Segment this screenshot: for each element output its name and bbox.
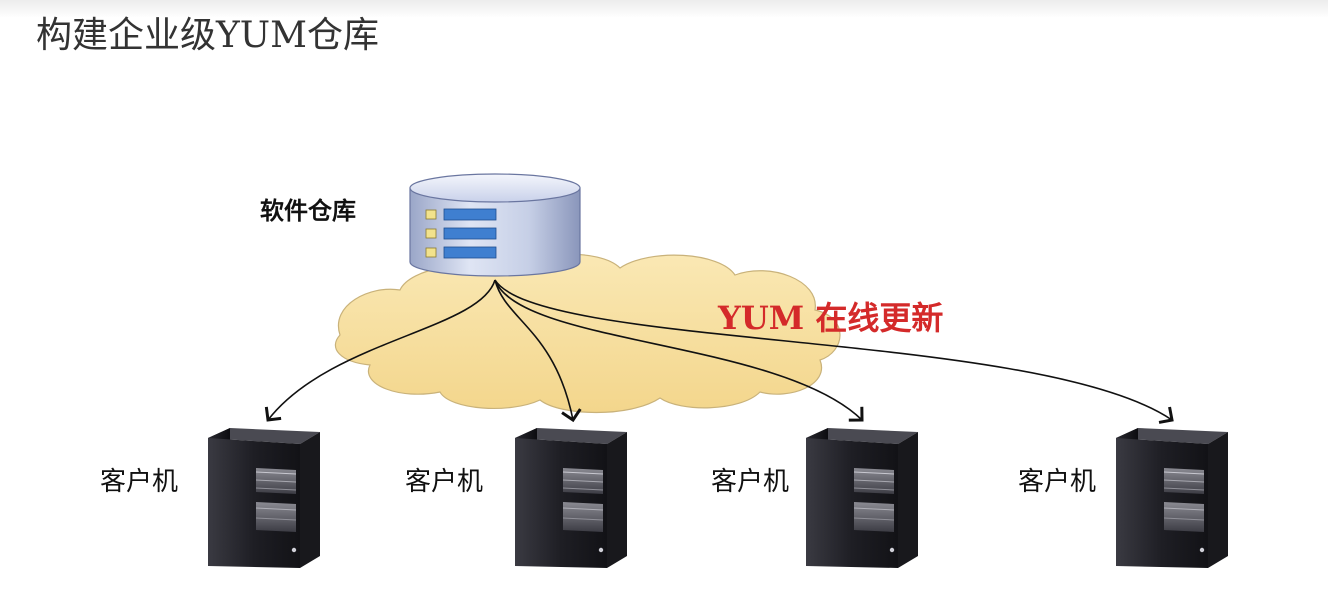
repository-label: 软件仓库 [260,197,356,225]
client-label: 客户机 [711,467,789,497]
server-tower-icon [514,427,628,569]
client-node: 客户机 [1018,427,1229,569]
server-tower-icon [207,427,321,569]
client-label: 客户机 [100,467,178,497]
yum-update-label: YUM 在线更新 [717,299,943,337]
client-node: 客户机 [405,427,628,569]
yum-architecture-diagram: 软件仓库 YUM 在线更新 客户机 客户机 客户机 客户机 [100,173,1229,569]
client-label: 客户机 [1018,467,1096,497]
server-tower-icon [805,427,919,569]
database-icon [409,173,581,277]
client-node: 客户机 [711,427,919,569]
client-label: 客户机 [405,467,483,497]
server-tower-icon [1115,427,1229,569]
client-node: 客户机 [100,427,321,569]
